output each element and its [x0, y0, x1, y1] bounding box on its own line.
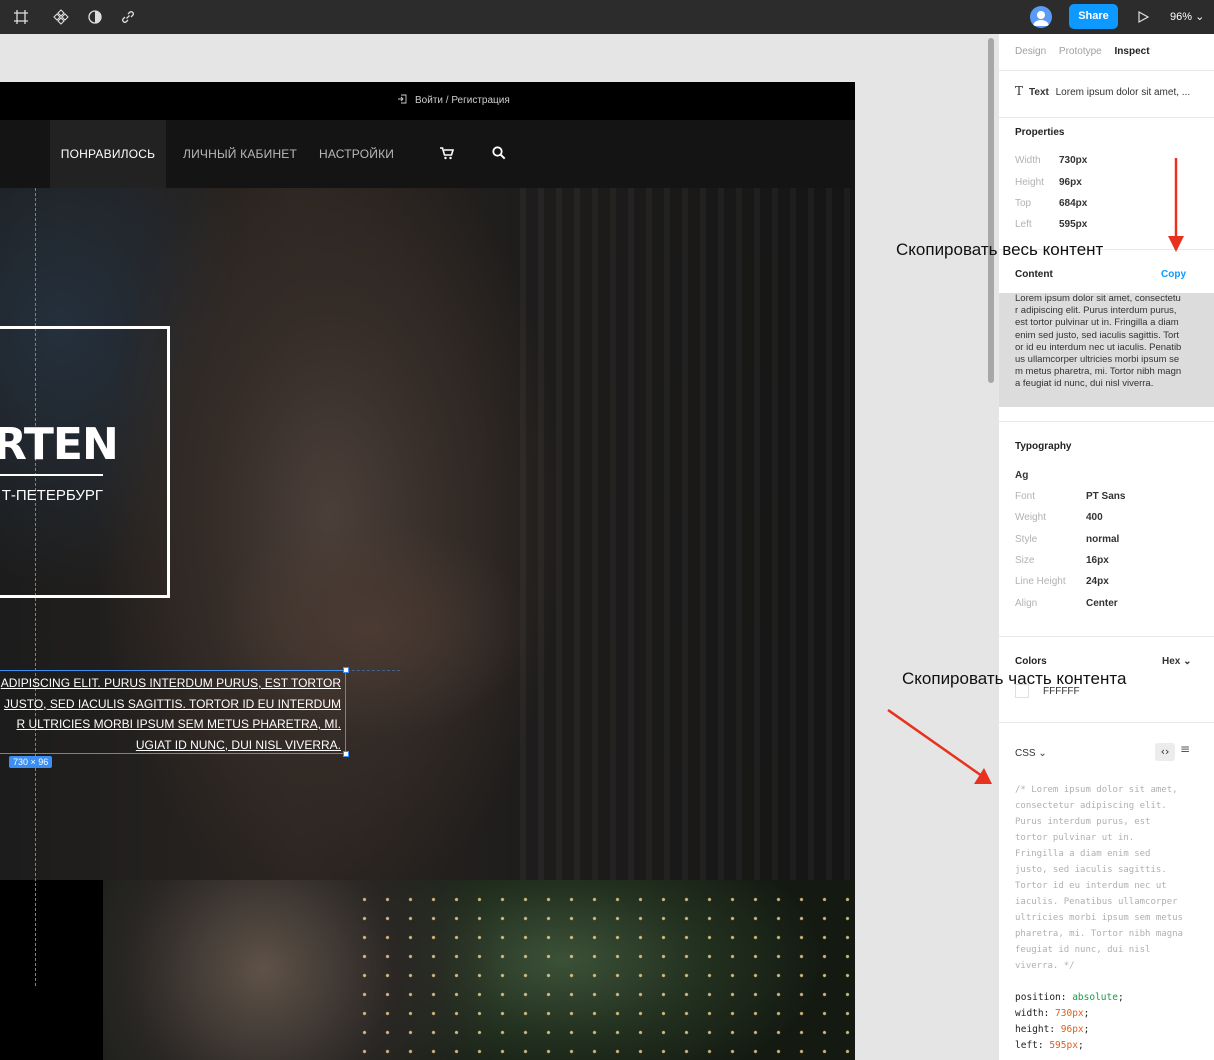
- share-button[interactable]: Share: [1069, 4, 1118, 29]
- tree-lights: [353, 890, 853, 1060]
- typography-row: Line Height 24px: [1015, 576, 1109, 587]
- frame-icon[interactable]: [12, 8, 30, 26]
- hero-background-texture: [520, 188, 855, 880]
- brand-title: RTEN: [0, 419, 119, 470]
- typography-row: Weight 400: [1015, 512, 1103, 523]
- selected-text-line: R ULTRICIES MORBI IPSUM SEM METUS PHARET…: [16, 717, 341, 731]
- canvas-scrollbar[interactable]: [988, 38, 994, 383]
- typography-row: Size 16px: [1015, 555, 1109, 566]
- code-view-icon[interactable]: ‹›: [1155, 743, 1175, 761]
- tab-design[interactable]: Design: [1015, 46, 1046, 57]
- link-icon[interactable]: [119, 8, 137, 26]
- property-row: Top 684px: [1015, 198, 1088, 209]
- copy-button[interactable]: Copy: [1161, 269, 1186, 280]
- inspect-panel: Design Prototype Inspect T Text Lorem ips…: [998, 34, 1214, 1060]
- zoom-dropdown[interactable]: 96% ⌄: [1170, 10, 1204, 23]
- selected-text-layer[interactable]: ADIPISCING ELIT. PURUS INTERDUM PURUS, E…: [0, 670, 346, 754]
- hero-image: RTEN Т-ПЕТЕРБУРГ ADIPISCING ELIT. PURUS …: [0, 188, 855, 986]
- user-avatar[interactable]: [1030, 6, 1052, 28]
- typography-title: Typography: [1015, 441, 1072, 452]
- tab-inspect[interactable]: Inspect: [1115, 46, 1150, 57]
- search-icon[interactable]: [491, 145, 507, 161]
- design-canvas[interactable]: Войти / Регистрация ПОНРАВИЛОСЬ ЛИЧНЫЙ К…: [0, 34, 998, 1060]
- content-text[interactable]: Lorem ipsum dolor sit amet, consectetu r…: [999, 293, 1214, 407]
- layer-section: T Text Lorem ipsum dolor sit amet, ...: [999, 70, 1214, 106]
- annotation-copy-part: Скопировать часть контента: [902, 669, 1127, 688]
- component-icon[interactable]: [52, 8, 70, 26]
- typography-section: Typography Ag Font PT Sans Weight 400 Styl…: [999, 421, 1214, 636]
- site-topbar: Войти / Регистрация: [0, 82, 855, 120]
- login-link[interactable]: Войти / Регистрация: [397, 94, 510, 106]
- css-dropdown[interactable]: CSS ⌄: [1015, 748, 1047, 759]
- top-toolbar: Share 96% ⌄: [0, 0, 1214, 34]
- figma-window: Share 96% ⌄ Войти / Регистрация ПОНРАВИЛ…: [0, 0, 1214, 1060]
- list-view-icon[interactable]: ≡: [1180, 742, 1190, 756]
- brand-city: Т-ПЕТЕРБУРГ: [1, 487, 103, 504]
- login-icon: [397, 94, 407, 104]
- dimension-badge: 730 × 96: [9, 756, 53, 768]
- typography-row: Align Center: [1015, 598, 1118, 609]
- colors-title: Colors: [1015, 656, 1047, 667]
- layer-type: Text: [1029, 87, 1049, 98]
- play-icon[interactable]: [1135, 9, 1151, 25]
- cart-icon[interactable]: [439, 145, 455, 161]
- resize-handle-top-right[interactable]: [343, 667, 349, 673]
- css-comment[interactable]: /* Lorem ipsum dolor sit amet, consectet…: [1015, 782, 1211, 974]
- login-label: Войти / Регистрация: [415, 95, 510, 106]
- nav-item-settings[interactable]: НАСТРОЙКИ: [319, 120, 394, 188]
- website-frame[interactable]: Войти / Регистрация ПОНРАВИЛОСЬ ЛИЧНЫЙ К…: [0, 82, 855, 1060]
- color-format-dropdown[interactable]: Hex ⌄: [1162, 656, 1192, 667]
- contrast-icon[interactable]: [86, 8, 104, 26]
- css-line: width: 730px;: [1015, 1008, 1090, 1019]
- site-navbar: ПОНРАВИЛОСЬ ЛИЧНЫЙ КАБИНЕТ НАСТРОЙКИ: [0, 120, 855, 188]
- properties-section: Properties Width 730px Height 96px Top 684p…: [999, 117, 1214, 249]
- resize-handle-bottom-right[interactable]: [343, 751, 349, 757]
- nav-item-liked[interactable]: ПОНРАВИЛОСЬ: [50, 120, 166, 188]
- css-line: left: 595px;: [1015, 1040, 1084, 1051]
- property-row: Width 730px: [1015, 155, 1088, 166]
- selected-text-line: UGIAT ID NUNC, DUI NISL VIVERRA.: [135, 737, 341, 752]
- property-row: Left 595px: [1015, 219, 1088, 230]
- properties-title: Properties: [1015, 127, 1065, 138]
- panel-tabs: Design Prototype Inspect: [1015, 46, 1160, 57]
- second-photo: [103, 880, 855, 1060]
- text-type-icon: T: [1015, 84, 1024, 98]
- selected-text-line: JUSTO, SED IACULIS SAGITTIS. TORTOR ID E…: [4, 696, 341, 711]
- nav-item-account[interactable]: ЛИЧНЫЙ КАБИНЕТ: [183, 120, 297, 188]
- typography-sample: Ag: [1015, 470, 1029, 481]
- selected-text-line: ADIPISCING ELIT. PURUS INTERDUM PURUS, E…: [0, 676, 341, 690]
- css-properties[interactable]: position: absolute; width: 730px; height…: [1015, 990, 1211, 1054]
- tab-prototype[interactable]: Prototype: [1059, 46, 1102, 57]
- brand-divider: [0, 474, 103, 476]
- layer-row: T Text Lorem ipsum dolor sit amet, ...: [1015, 84, 1205, 98]
- typography-row: Font PT Sans: [1015, 491, 1126, 502]
- property-row: Height 96px: [1015, 177, 1082, 188]
- css-line: height: 96px;: [1015, 1024, 1090, 1035]
- layer-name: Lorem ipsum dolor sit amet, ...: [1055, 87, 1191, 98]
- brand-logo-box: RTEN Т-ПЕТЕРБУРГ: [0, 326, 170, 598]
- css-line: position: absolute;: [1015, 992, 1124, 1003]
- content-title: Content: [1015, 269, 1053, 280]
- annotation-copy-all: Скопировать весь контент: [896, 240, 1104, 259]
- typography-row: Style normal: [1015, 534, 1120, 545]
